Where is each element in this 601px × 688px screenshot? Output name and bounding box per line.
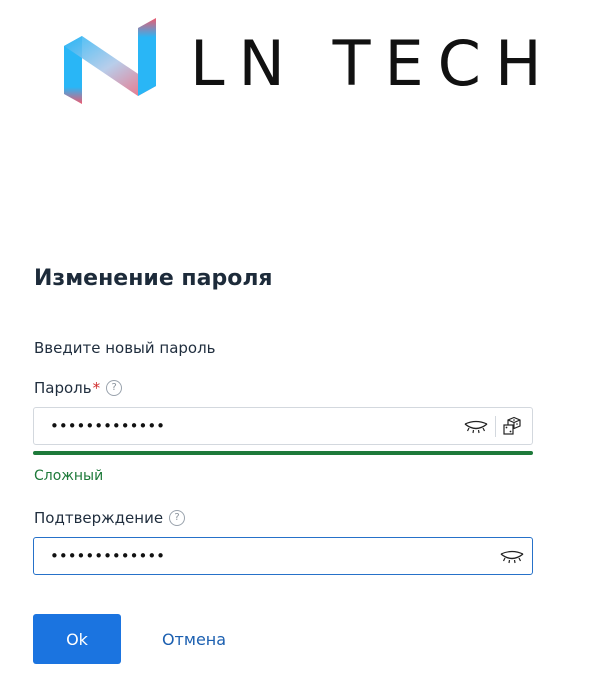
- logo-mark-icon: [64, 18, 156, 104]
- confirm-label-row: Подтверждение ?: [34, 509, 186, 527]
- confirm-label: Подтверждение: [34, 509, 164, 527]
- eye-closed-icon[interactable]: [500, 547, 524, 567]
- cancel-button[interactable]: Отмена: [150, 614, 238, 664]
- logo: LN TECH: [60, 16, 542, 112]
- input-separator: [495, 416, 496, 437]
- dice-icon[interactable]: [502, 416, 522, 436]
- password-label: Пароль: [34, 379, 92, 397]
- logo-text: LN TECH: [190, 27, 556, 100]
- required-mark: *: [92, 379, 101, 397]
- password-value[interactable]: •••••••••••••: [50, 408, 165, 444]
- password-strength-label: Сложный: [34, 468, 104, 484]
- password-strength-bar: [33, 451, 533, 455]
- password-label-row: Пароль * ?: [34, 379, 123, 397]
- confirm-password-input[interactable]: •••••••••••••: [33, 537, 533, 575]
- eye-closed-icon[interactable]: [464, 417, 488, 437]
- question-circle-icon[interactable]: ?: [106, 380, 123, 396]
- confirm-password-value[interactable]: •••••••••••••: [50, 538, 165, 574]
- password-input[interactable]: •••••••••••••: [33, 407, 533, 445]
- question-circle-icon[interactable]: ?: [169, 510, 186, 526]
- page-title: Изменение пароля: [34, 266, 273, 291]
- form-subtitle: Введите новый пароль: [34, 339, 216, 357]
- password-strength-fill: [33, 451, 533, 455]
- ok-button[interactable]: Ok: [33, 614, 121, 664]
